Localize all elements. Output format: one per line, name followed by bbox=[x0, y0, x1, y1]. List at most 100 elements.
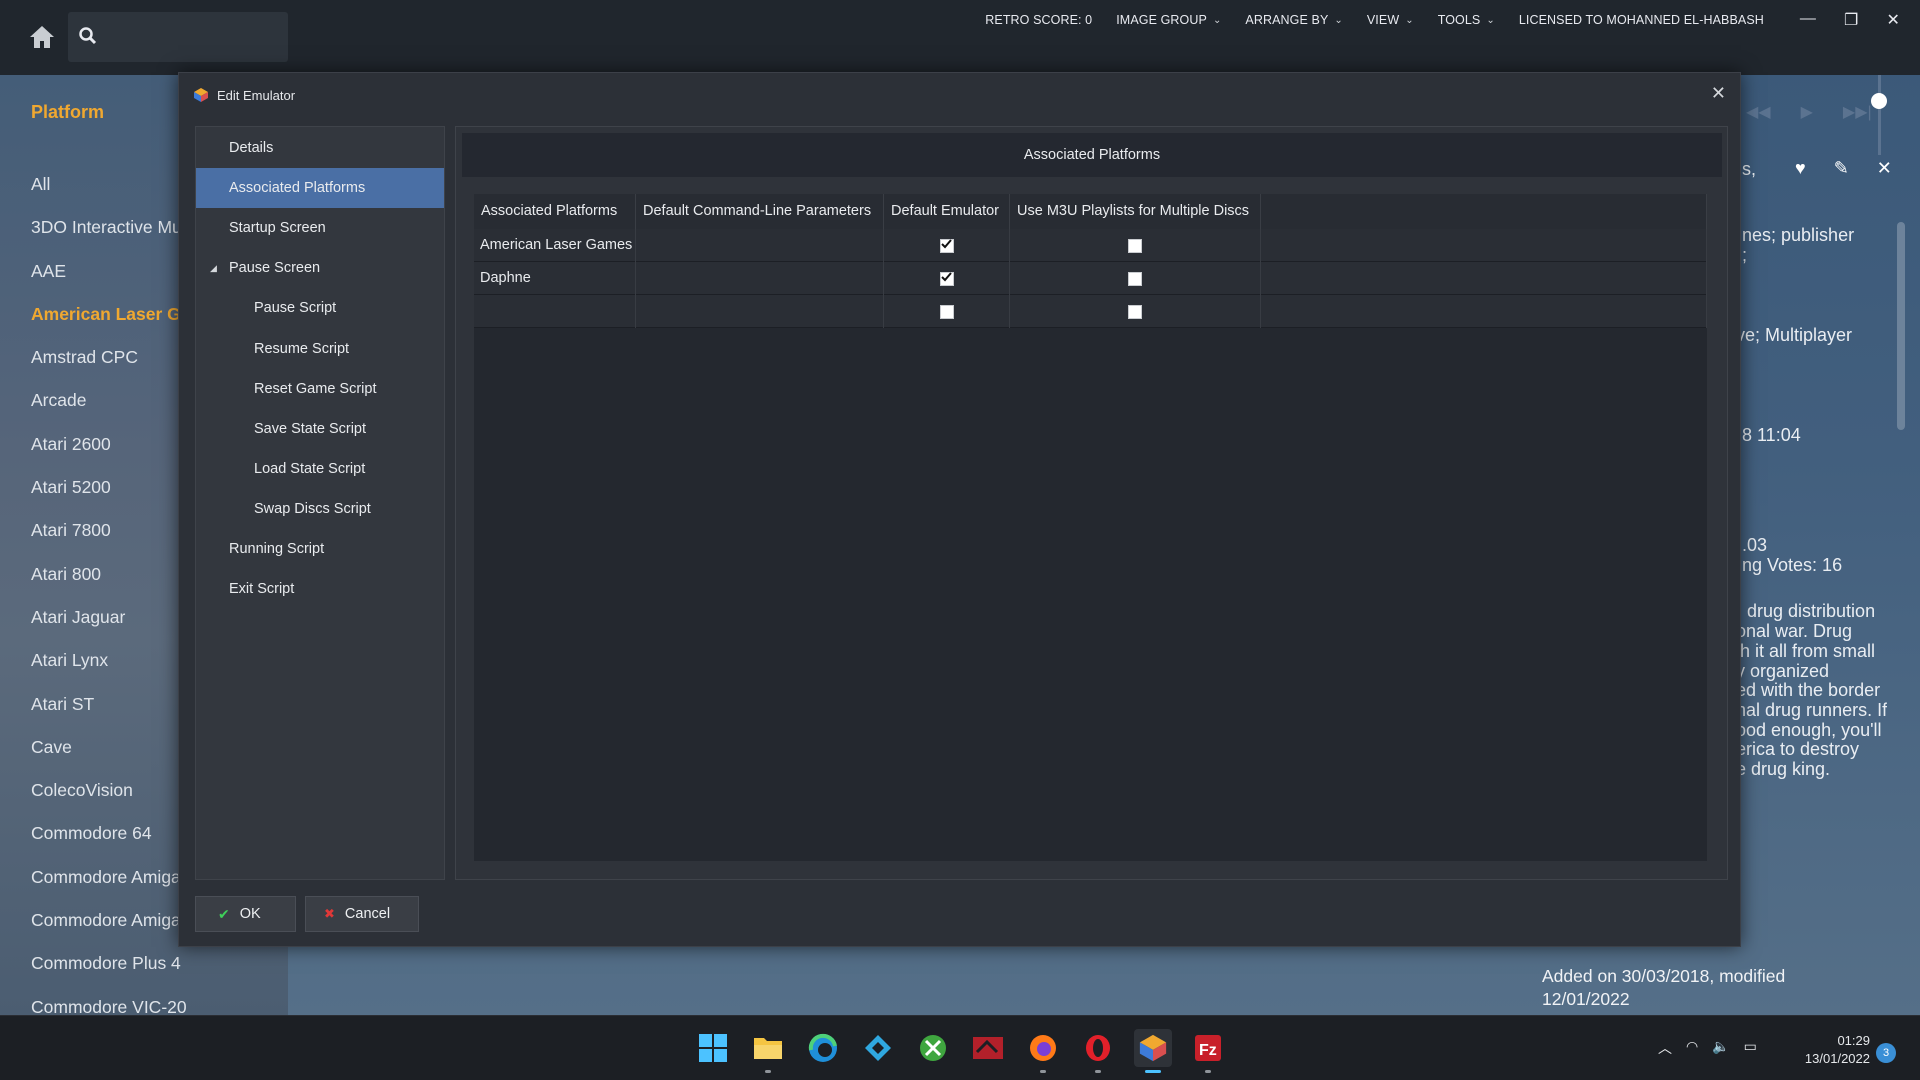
close-window-icon[interactable]: ✕ bbox=[1886, 10, 1900, 30]
top-menu-item[interactable]: TOOLS ⌄ bbox=[1438, 13, 1495, 27]
use-m3u-checkbox[interactable] bbox=[1128, 238, 1142, 253]
nav-item-label: Load State Script bbox=[254, 460, 366, 477]
details-text-line: h it all from small bbox=[1740, 641, 1876, 661]
table-header: Associated Platforms Default Command-Lin… bbox=[474, 194, 1707, 229]
sidebar-item[interactable]: American Laser Ga bbox=[31, 293, 191, 336]
column-header-params[interactable]: Default Command-Line Parameters bbox=[636, 194, 884, 229]
details-text-line: ed with the border bbox=[1736, 680, 1881, 700]
running-indicator bbox=[765, 1070, 771, 1073]
nav-item-label: Pause Script bbox=[254, 300, 337, 317]
volume-icon[interactable]: 🔈 bbox=[1712, 1038, 1729, 1058]
use-m3u-cell bbox=[1010, 295, 1261, 328]
top-menu-item[interactable]: ARRANGE BY ⌄ bbox=[1245, 13, 1342, 27]
chevron-up-icon[interactable]: ︿ bbox=[1658, 1038, 1672, 1058]
top-menu-item[interactable]: IMAGE GROUP ⌄ bbox=[1116, 13, 1221, 27]
use-m3u-cell bbox=[1010, 229, 1261, 262]
params-cell[interactable] bbox=[636, 262, 884, 295]
platform-cell[interactable]: American Laser Games bbox=[474, 229, 636, 262]
retroarch-icon[interactable] bbox=[969, 1029, 1007, 1067]
sidebar-item[interactable]: AAE bbox=[31, 250, 191, 293]
nav-item[interactable]: Resume Script bbox=[196, 329, 444, 369]
opera-icon[interactable] bbox=[1079, 1029, 1117, 1073]
firefox-icon[interactable] bbox=[1024, 1029, 1062, 1073]
nav-item-label: Associated Platforms bbox=[229, 180, 366, 197]
sidebar-item[interactable]: Atari 2600 bbox=[31, 423, 191, 466]
search-input[interactable] bbox=[68, 12, 288, 62]
xbox-icon[interactable] bbox=[914, 1029, 952, 1067]
notification-badge[interactable]: 3 bbox=[1876, 1043, 1896, 1063]
nav-item[interactable]: Exit Script bbox=[196, 569, 444, 609]
nav-item[interactable]: Reset Game Script bbox=[196, 369, 444, 409]
platform-cell[interactable]: Daphne bbox=[474, 262, 636, 295]
platform-cell[interactable] bbox=[474, 295, 636, 328]
cancel-button[interactable]: ✖ Cancel bbox=[305, 896, 419, 932]
battery-icon[interactable]: ▭ bbox=[1744, 1038, 1757, 1058]
home-icon[interactable] bbox=[28, 24, 60, 52]
table-row[interactable]: Daphne bbox=[474, 262, 1707, 295]
start-icon[interactable] bbox=[694, 1029, 732, 1067]
kodi-icon[interactable] bbox=[859, 1029, 897, 1067]
sidebar-item[interactable]: Commodore Amiga bbox=[31, 856, 191, 899]
sidebar-item[interactable]: Atari ST bbox=[31, 683, 191, 726]
filler-cell bbox=[1261, 295, 1707, 328]
wifi-icon[interactable]: ◠ bbox=[1686, 1038, 1698, 1058]
params-cell[interactable] bbox=[636, 295, 884, 328]
launchbox-taskbar-icon[interactable] bbox=[1134, 1029, 1172, 1073]
details-text-line: nes; publisher bbox=[1742, 225, 1855, 245]
column-header-use-m3u[interactable]: Use M3U Playlists for Multiple Discs bbox=[1010, 194, 1261, 229]
dialog-close-icon[interactable]: ✕ bbox=[1711, 83, 1726, 104]
nav-item[interactable]: Running Script bbox=[196, 529, 444, 569]
file-explorer-icon[interactable] bbox=[749, 1029, 787, 1073]
params-cell[interactable] bbox=[636, 229, 884, 262]
expand-caret-icon[interactable]: ◢ bbox=[210, 248, 217, 288]
sidebar-item[interactable]: 3DO Interactive Mu bbox=[31, 206, 191, 249]
nav-item[interactable]: Swap Discs Script bbox=[196, 489, 444, 529]
top-menu-label: ARRANGE BY bbox=[1245, 13, 1329, 27]
nav-item-label: Pause Screen bbox=[229, 260, 321, 277]
sidebar-item[interactable]: Commodore Amiga bbox=[31, 899, 191, 942]
use-m3u-checkbox[interactable] bbox=[1128, 271, 1142, 286]
nav-item[interactable]: ◢ Pause Screen bbox=[196, 248, 444, 288]
nav-item[interactable]: Save State Script bbox=[196, 409, 444, 449]
nav-item[interactable]: Associated Platforms bbox=[196, 168, 444, 209]
default-emulator-cell bbox=[884, 295, 1010, 328]
sidebar-item[interactable]: Amstrad CPC bbox=[31, 336, 191, 379]
nav-item[interactable]: Details bbox=[196, 128, 444, 168]
chevron-down-icon: ⌄ bbox=[1486, 14, 1495, 26]
column-header-default-emulator[interactable]: Default Emulator bbox=[884, 194, 1010, 229]
sidebar-item[interactable]: All bbox=[31, 163, 191, 206]
sidebar-item[interactable]: Atari 800 bbox=[31, 553, 191, 596]
nav-item[interactable]: Load State Script bbox=[196, 449, 444, 489]
nav-item[interactable]: Startup Screen bbox=[196, 208, 444, 248]
filezilla-icon[interactable]: Fz bbox=[1189, 1029, 1227, 1073]
minimize-icon[interactable]: — bbox=[1800, 10, 1816, 30]
sidebar-item[interactable]: Atari Jaguar bbox=[31, 596, 191, 639]
top-menu-item[interactable]: RETRO SCORE: 0 bbox=[985, 13, 1092, 27]
sidebar-item[interactable]: Atari Lynx bbox=[31, 639, 191, 682]
maximize-icon[interactable]: ❐ bbox=[1844, 10, 1858, 30]
sidebar-item[interactable]: Commodore Plus 4 bbox=[31, 942, 191, 985]
nav-item[interactable]: Pause Script bbox=[196, 288, 444, 328]
top-menu-item[interactable]: VIEW ⌄ bbox=[1367, 13, 1414, 27]
default-emulator-checkbox[interactable] bbox=[939, 271, 954, 286]
sidebar-item[interactable]: Atari 7800 bbox=[31, 509, 191, 552]
platform-list: All 3DO Interactive Mu AAE American Laser G… bbox=[31, 163, 191, 1029]
system-tray: ︿ ◠ 🔈 ▭ bbox=[1658, 1038, 1757, 1058]
default-emulator-checkbox[interactable] bbox=[939, 238, 954, 253]
sidebar-item[interactable]: Commodore 64 bbox=[31, 812, 191, 855]
top-menu-item[interactable]: LICENSED TO MOHANNED EL-HABBASH bbox=[1519, 13, 1764, 27]
use-m3u-checkbox[interactable] bbox=[1128, 304, 1142, 319]
sidebar-item[interactable]: Arcade bbox=[31, 379, 191, 422]
ok-button[interactable]: ✔ OK bbox=[195, 896, 296, 932]
default-emulator-checkbox[interactable] bbox=[939, 304, 954, 319]
sidebar-item[interactable]: ColecoVision bbox=[31, 769, 191, 812]
details-text-line: s, bbox=[1742, 159, 1757, 179]
table-row[interactable] bbox=[474, 295, 1707, 328]
chevron-down-icon: ⌄ bbox=[1405, 14, 1414, 26]
clock[interactable]: 01:29 13/01/2022 bbox=[1785, 1032, 1870, 1068]
table-row[interactable]: American Laser Games bbox=[474, 229, 1707, 262]
edge-icon[interactable] bbox=[804, 1029, 842, 1067]
sidebar-item[interactable]: Cave bbox=[31, 726, 191, 769]
sidebar-item[interactable]: Atari 5200 bbox=[31, 466, 191, 509]
column-header-platforms[interactable]: Associated Platforms bbox=[474, 194, 636, 229]
